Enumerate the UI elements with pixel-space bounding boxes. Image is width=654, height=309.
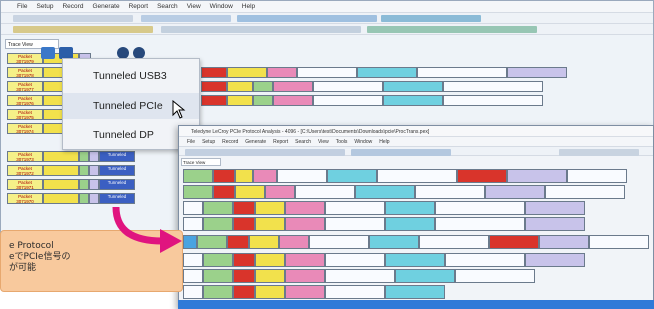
menu-window[interactable]: Window	[210, 3, 233, 10]
table-row: Packet 3071970 Tunneled	[7, 193, 135, 204]
menu-help[interactable]: Help	[379, 139, 389, 145]
front-status-bar	[178, 300, 654, 309]
front-window-title: Teledyne LeCroy PCIe Protocol Analysis -…	[179, 126, 653, 137]
menu-record[interactable]: Record	[222, 139, 238, 145]
tunneled-cell[interactable]: Tunneled	[99, 179, 135, 190]
back-field-row	[201, 67, 641, 78]
packet-cell[interactable]: Packet 3071973	[7, 151, 43, 162]
menu-generate[interactable]: Generate	[92, 3, 119, 10]
table-row	[183, 217, 585, 231]
menu-report[interactable]: Report	[273, 139, 288, 145]
table-row: Packet 3071972 Tunneled	[7, 165, 135, 176]
packet-cell[interactable]: Packet 3071974	[7, 123, 43, 134]
menu-file[interactable]: File	[17, 3, 27, 10]
mouse-cursor-icon	[172, 100, 186, 119]
packet-cell[interactable]: Packet 3071972	[7, 165, 43, 176]
menu-report[interactable]: Report	[129, 3, 149, 10]
packet-cell[interactable]: Packet 3071971	[7, 179, 43, 190]
table-row	[183, 285, 445, 299]
menu-view[interactable]: View	[318, 139, 329, 145]
packet-cell[interactable]: Packet 3071979	[7, 53, 43, 64]
callout-line-3: が可能	[9, 263, 37, 273]
menu-record[interactable]: Record	[62, 3, 83, 10]
menu-generate[interactable]: Generate	[245, 139, 266, 145]
menu-setup[interactable]: Setup	[202, 139, 215, 145]
back-toolbar-1	[1, 13, 653, 24]
menu-item-tunneled-usb3[interactable]: Tunneled USB3	[63, 63, 199, 89]
front-menubar: File Setup Record Generate Report Search…	[179, 137, 653, 147]
table-row: Packet 3071971 Tunneled	[7, 179, 135, 190]
table-row: Packet 3071973 Tunneled	[7, 151, 135, 162]
back-menubar: File Setup Record Generate Report Search…	[1, 1, 653, 13]
table-row	[183, 169, 627, 183]
table-row	[183, 269, 535, 283]
menu-window[interactable]: Window	[354, 139, 372, 145]
front-trace-tab[interactable]: Trace View	[181, 158, 221, 166]
menu-search[interactable]: Search	[157, 3, 178, 10]
table-row	[183, 253, 585, 267]
front-analyzer-window: Teledyne LeCroy PCIe Protocol Analysis -…	[178, 125, 654, 309]
menu-help[interactable]: Help	[242, 3, 255, 10]
table-row	[183, 201, 585, 215]
menu-file[interactable]: File	[187, 139, 195, 145]
menu-view[interactable]: View	[187, 3, 201, 10]
back-field-row	[201, 95, 641, 106]
packet-cell[interactable]: Packet 3071970	[7, 193, 43, 204]
menu-setup[interactable]: Setup	[36, 3, 53, 10]
tunneled-cell[interactable]: Tunneled	[99, 151, 135, 162]
menu-tools[interactable]: Tools	[336, 139, 348, 145]
packet-cell[interactable]: Packet 3071976	[7, 95, 43, 106]
tunneled-cell[interactable]: Tunneled	[99, 165, 135, 176]
tunneled-cell[interactable]: Tunneled	[99, 193, 135, 204]
table-row	[183, 185, 625, 199]
back-toolbar-2	[1, 24, 653, 35]
packet-cell[interactable]: Packet 3071977	[7, 81, 43, 92]
packet-cell[interactable]: Packet 3071975	[7, 109, 43, 120]
table-row-selected	[183, 235, 649, 249]
menu-search[interactable]: Search	[295, 139, 311, 145]
pointer-arrow-icon	[112, 206, 182, 253]
front-toolbar	[179, 147, 653, 156]
packet-cell[interactable]: Packet 3071978	[7, 67, 43, 78]
back-field-row	[201, 81, 641, 92]
tunnel-icon[interactable]	[41, 47, 55, 59]
